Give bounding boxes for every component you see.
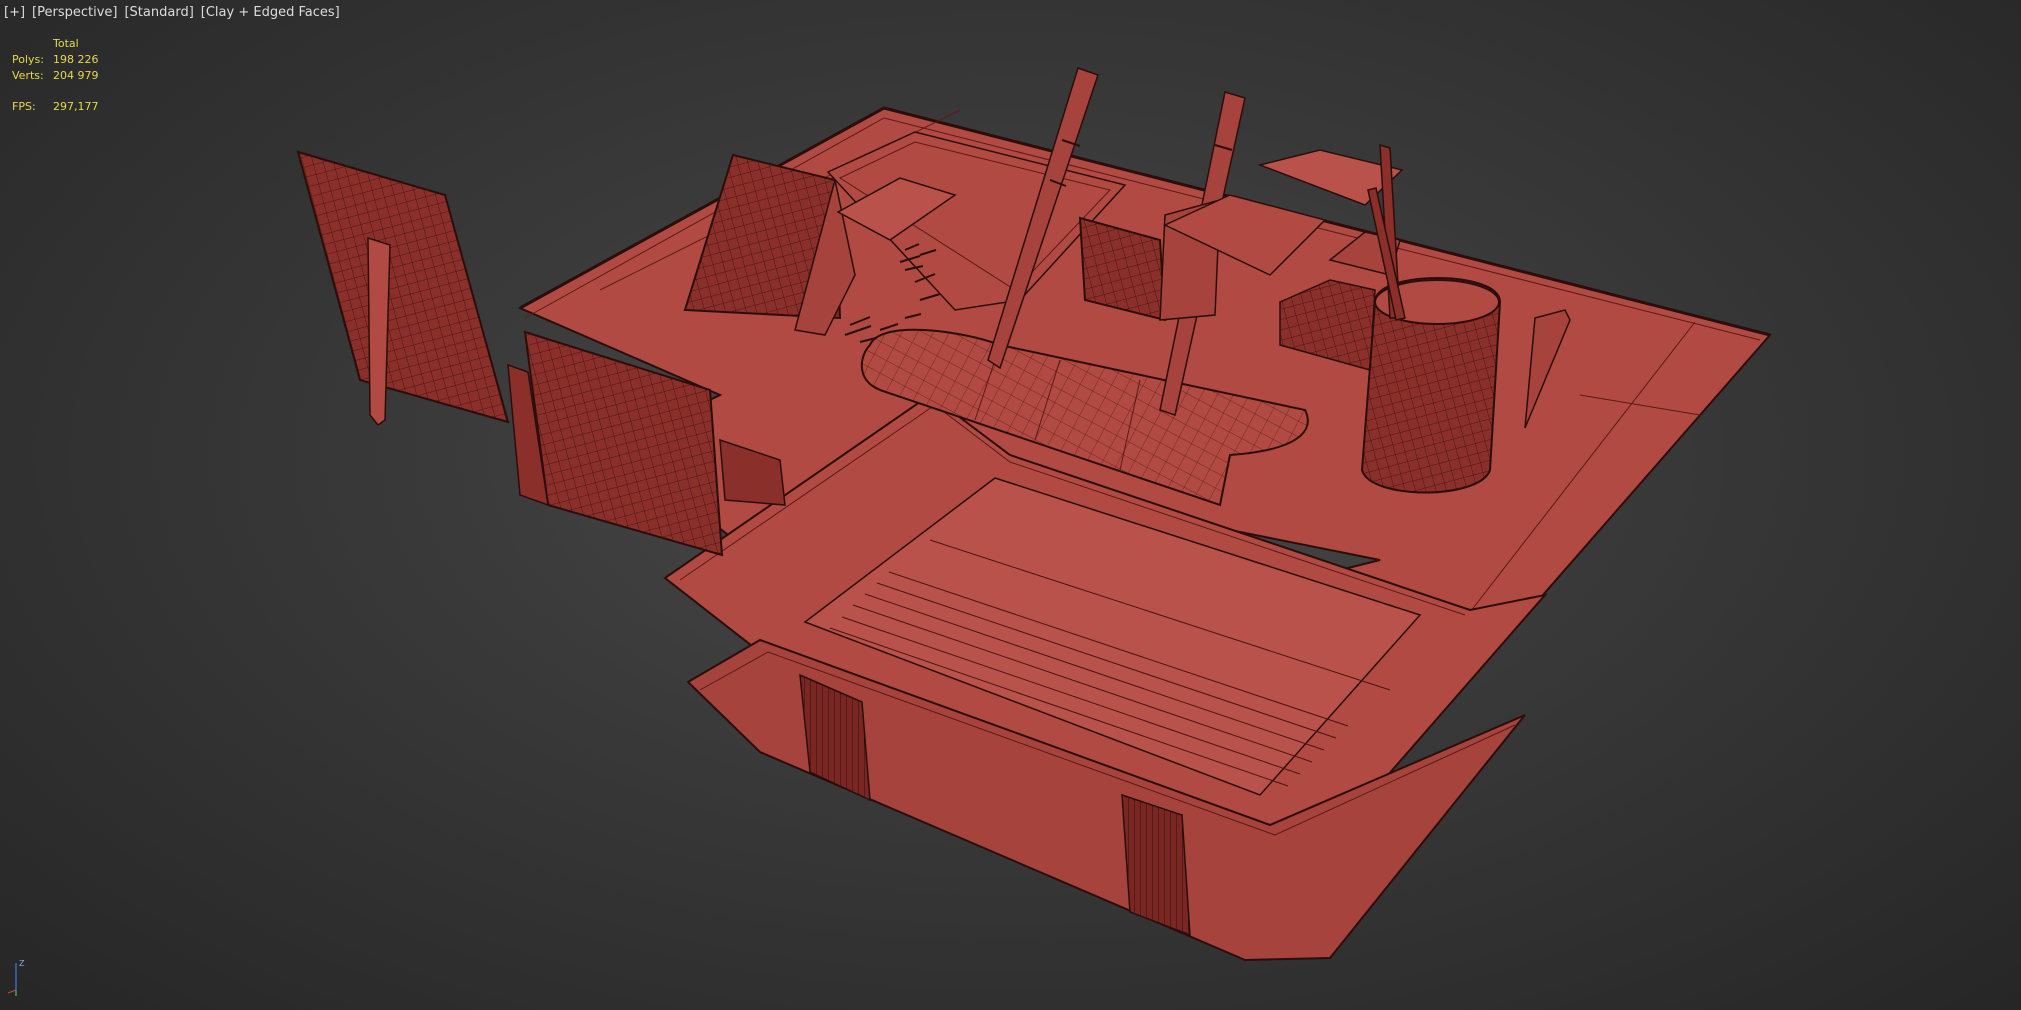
axis-z-label: Z <box>19 959 25 968</box>
pencil-cup[interactable] <box>1360 143 1502 494</box>
photo-frame[interactable] <box>296 150 510 427</box>
perspective-viewport[interactable]: [+] [Perspective] [Standard] [Clay + Edg… <box>0 0 2021 1010</box>
desk-calendar[interactable] <box>683 153 856 336</box>
scene-3d-model[interactable] <box>0 0 2021 1010</box>
axis-gizmo-icon: Z <box>7 959 25 996</box>
